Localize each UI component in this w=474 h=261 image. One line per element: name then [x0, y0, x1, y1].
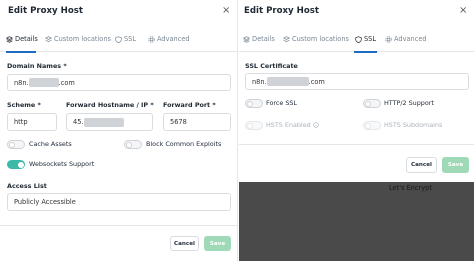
- ssl-domain-prefix: n8n.: [252, 77, 267, 86]
- hsts-enabled-label: HSTS Enabled: [266, 121, 311, 129]
- block-common-exploits-toggle[interactable]: [124, 140, 142, 149]
- domain-prefix: n8n.: [14, 78, 29, 87]
- access-list-label: Access List: [7, 182, 47, 190]
- active-tab-indicator: [6, 51, 36, 53]
- edit-proxy-host-dialog-ssl: Edit Proxy Host × Details Custom locatio…: [239, 0, 474, 261]
- force-ssl-toggle[interactable]: [245, 99, 263, 108]
- details-icon: [243, 35, 250, 43]
- hsts-enabled-toggle[interactable]: [245, 121, 263, 130]
- dialog-title: Edit Proxy Host: [8, 6, 83, 16]
- tab-custom-locations[interactable]: Custom locations: [45, 35, 111, 43]
- scheme-label: Scheme *: [7, 101, 41, 109]
- domain-suffix: .com: [58, 78, 75, 87]
- info-icon[interactable]: [312, 122, 319, 128]
- tab-advanced[interactable]: Advanced: [385, 35, 427, 43]
- tab-ssl[interactable]: SSL: [115, 35, 136, 43]
- tab-ssl[interactable]: SSL: [355, 35, 376, 43]
- save-button[interactable]: Save: [442, 157, 469, 173]
- lets-encrypt-text: Let's Encrypt: [389, 184, 432, 192]
- footer-divider: [0, 225, 237, 226]
- cache-assets-toggle[interactable]: [7, 140, 25, 149]
- tab-label: Custom locations: [54, 35, 111, 43]
- save-button[interactable]: Save: [204, 236, 231, 251]
- redacted-text: [83, 117, 124, 127]
- tab-label: SSL: [364, 35, 377, 43]
- ssl-certificate-select[interactable]: n8n. .com: [245, 73, 469, 90]
- websockets-support-label: Websockets Support: [29, 160, 95, 168]
- tab-advanced[interactable]: Advanced: [148, 35, 190, 43]
- close-icon[interactable]: ×: [459, 6, 467, 16]
- hostname-prefix: 45.: [73, 118, 84, 126]
- access-list-select[interactable]: Publicly Accessible: [7, 193, 231, 211]
- tab-label: Details: [252, 35, 275, 43]
- tab-label: SSL: [124, 35, 137, 43]
- edit-proxy-host-dialog-details: Edit Proxy Host × Details Custom locatio…: [0, 0, 238, 261]
- http2-support-toggle[interactable]: [363, 99, 381, 108]
- scheme-value: http: [14, 118, 28, 126]
- tab-custom-locations[interactable]: Custom locations: [283, 35, 349, 43]
- gear-icon: [385, 35, 392, 43]
- cancel-button[interactable]: Cancel: [406, 157, 437, 173]
- modal-backdrop: [239, 182, 474, 261]
- tab-details[interactable]: Details: [243, 35, 275, 43]
- port-value: 5678: [170, 118, 187, 126]
- block-common-exploits-label: Block Common Exploits: [146, 140, 222, 148]
- details-icon: [6, 35, 13, 43]
- redacted-text: [28, 78, 59, 87]
- forward-port-input[interactable]: 5678: [163, 113, 231, 131]
- ssl-certificate-label: SSL Certificate: [245, 62, 298, 70]
- cache-assets-label: Cache Assets: [29, 140, 72, 148]
- tab-label: Details: [15, 35, 38, 43]
- cancel-button[interactable]: Cancel: [170, 236, 199, 251]
- hsts-enabled-label-group: HSTS Enabled: [266, 121, 319, 129]
- force-ssl-label: Force SSL: [266, 99, 297, 107]
- redacted-text: [266, 77, 309, 86]
- tab-label: Advanced: [394, 35, 427, 43]
- hsts-subdomains-label: HSTS Subdomains: [384, 121, 443, 129]
- shield-icon: [115, 35, 122, 43]
- layers-icon: [45, 35, 52, 43]
- shield-icon: [355, 35, 362, 43]
- footer-divider: [239, 144, 474, 145]
- access-list-value: Publicly Accessible: [14, 198, 76, 206]
- forward-port-label: Forward Port *: [163, 101, 216, 109]
- domain-names-input[interactable]: n8n. .com: [7, 74, 231, 91]
- active-tab-indicator: [354, 51, 377, 53]
- tab-label: Advanced: [157, 35, 190, 43]
- forward-hostname-label: Forward Hostname / IP *: [66, 101, 154, 109]
- http2-support-label: HTTP/2 Support: [384, 99, 434, 107]
- tab-details[interactable]: Details: [6, 35, 38, 43]
- ssl-domain-suffix: .com: [308, 77, 325, 86]
- layers-icon: [283, 35, 290, 43]
- close-icon[interactable]: ×: [222, 6, 230, 16]
- dialog-title: Edit Proxy Host: [244, 6, 319, 16]
- gear-icon: [148, 35, 155, 43]
- scheme-input[interactable]: http: [7, 113, 57, 131]
- hsts-subdomains-toggle[interactable]: [363, 121, 381, 130]
- forward-hostname-input[interactable]: 45.: [66, 113, 153, 131]
- websockets-support-toggle[interactable]: [7, 160, 25, 169]
- tab-label: Custom locations: [292, 35, 349, 43]
- domain-names-label: Domain Names *: [7, 62, 67, 70]
